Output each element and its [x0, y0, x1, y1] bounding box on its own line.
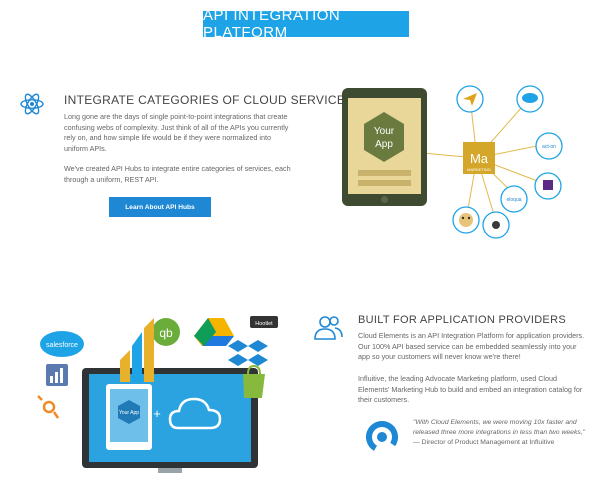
marketo-node-icon — [534, 172, 562, 200]
app-hexagon-icon: Your App — [358, 112, 411, 186]
hub-label: Ma — [470, 151, 489, 166]
section-paragraph: Influitive, the leading Advocate Marketi… — [358, 374, 583, 404]
section-paragraph: We've created API Hubs to integrate enti… — [64, 164, 291, 184]
section-paragraph: Long gone are the days of single point-t… — [64, 112, 289, 153]
paper-plane-icon — [456, 85, 484, 113]
svg-text:act-on: act-on — [542, 144, 556, 150]
svg-text:eloqua: eloqua — [506, 197, 521, 203]
marketing-hub-icon: Ma MARKETING — [463, 142, 495, 174]
users-icon — [314, 316, 343, 340]
collage-app-label: Your App — [119, 410, 139, 416]
app-label-line2: App — [375, 139, 393, 150]
hubspot-icon — [37, 395, 60, 419]
hubspot-node-icon — [482, 211, 510, 239]
monitor-stand — [158, 468, 182, 473]
page-banner-title: API INTEGRATION PLATFORM — [203, 7, 409, 41]
hub-sublabel: MARKETING — [467, 167, 491, 172]
section-paragraph: Cloud Elements is an API Integration Pla… — [358, 331, 585, 361]
tablet-home-button — [381, 196, 388, 203]
quote-attribution: — Director of Product Management at Infl… — [413, 439, 555, 446]
collage-plus: + — [153, 406, 161, 421]
tablet-device: Your App — [342, 88, 427, 206]
salesforce-label: salesforce — [46, 342, 78, 349]
customer-quote: "With Cloud Elements, we were moving 10x… — [413, 419, 586, 436]
section-title-providers: BUILT FOR APPLICATION PROVIDERS — [358, 314, 566, 326]
mailchimp-node-icon — [452, 206, 480, 234]
integrations-collage: Your App + salesforce qb Hootlet — [37, 316, 278, 473]
learn-api-hubs-button[interactable]: Learn About API Hubs — [109, 197, 211, 217]
marketo-icon — [120, 318, 154, 382]
shopify-icon — [243, 374, 265, 398]
app-label-line1: Your — [374, 126, 395, 137]
influitive-logo-icon — [366, 421, 398, 453]
svg-text:qb: qb — [159, 326, 173, 340]
atom-icon — [20, 93, 44, 115]
section-title-integrate: INTEGRATE CATEGORIES OF CLOUD SERVICES — [64, 93, 354, 107]
hootsuite-label: Hootlet — [255, 321, 273, 327]
dropbox-icon — [228, 340, 268, 366]
salesforce-node-icon — [516, 85, 544, 113]
tablet-screen: Your App — [348, 98, 421, 194]
act-on-node-icon: act-on — [535, 132, 563, 160]
